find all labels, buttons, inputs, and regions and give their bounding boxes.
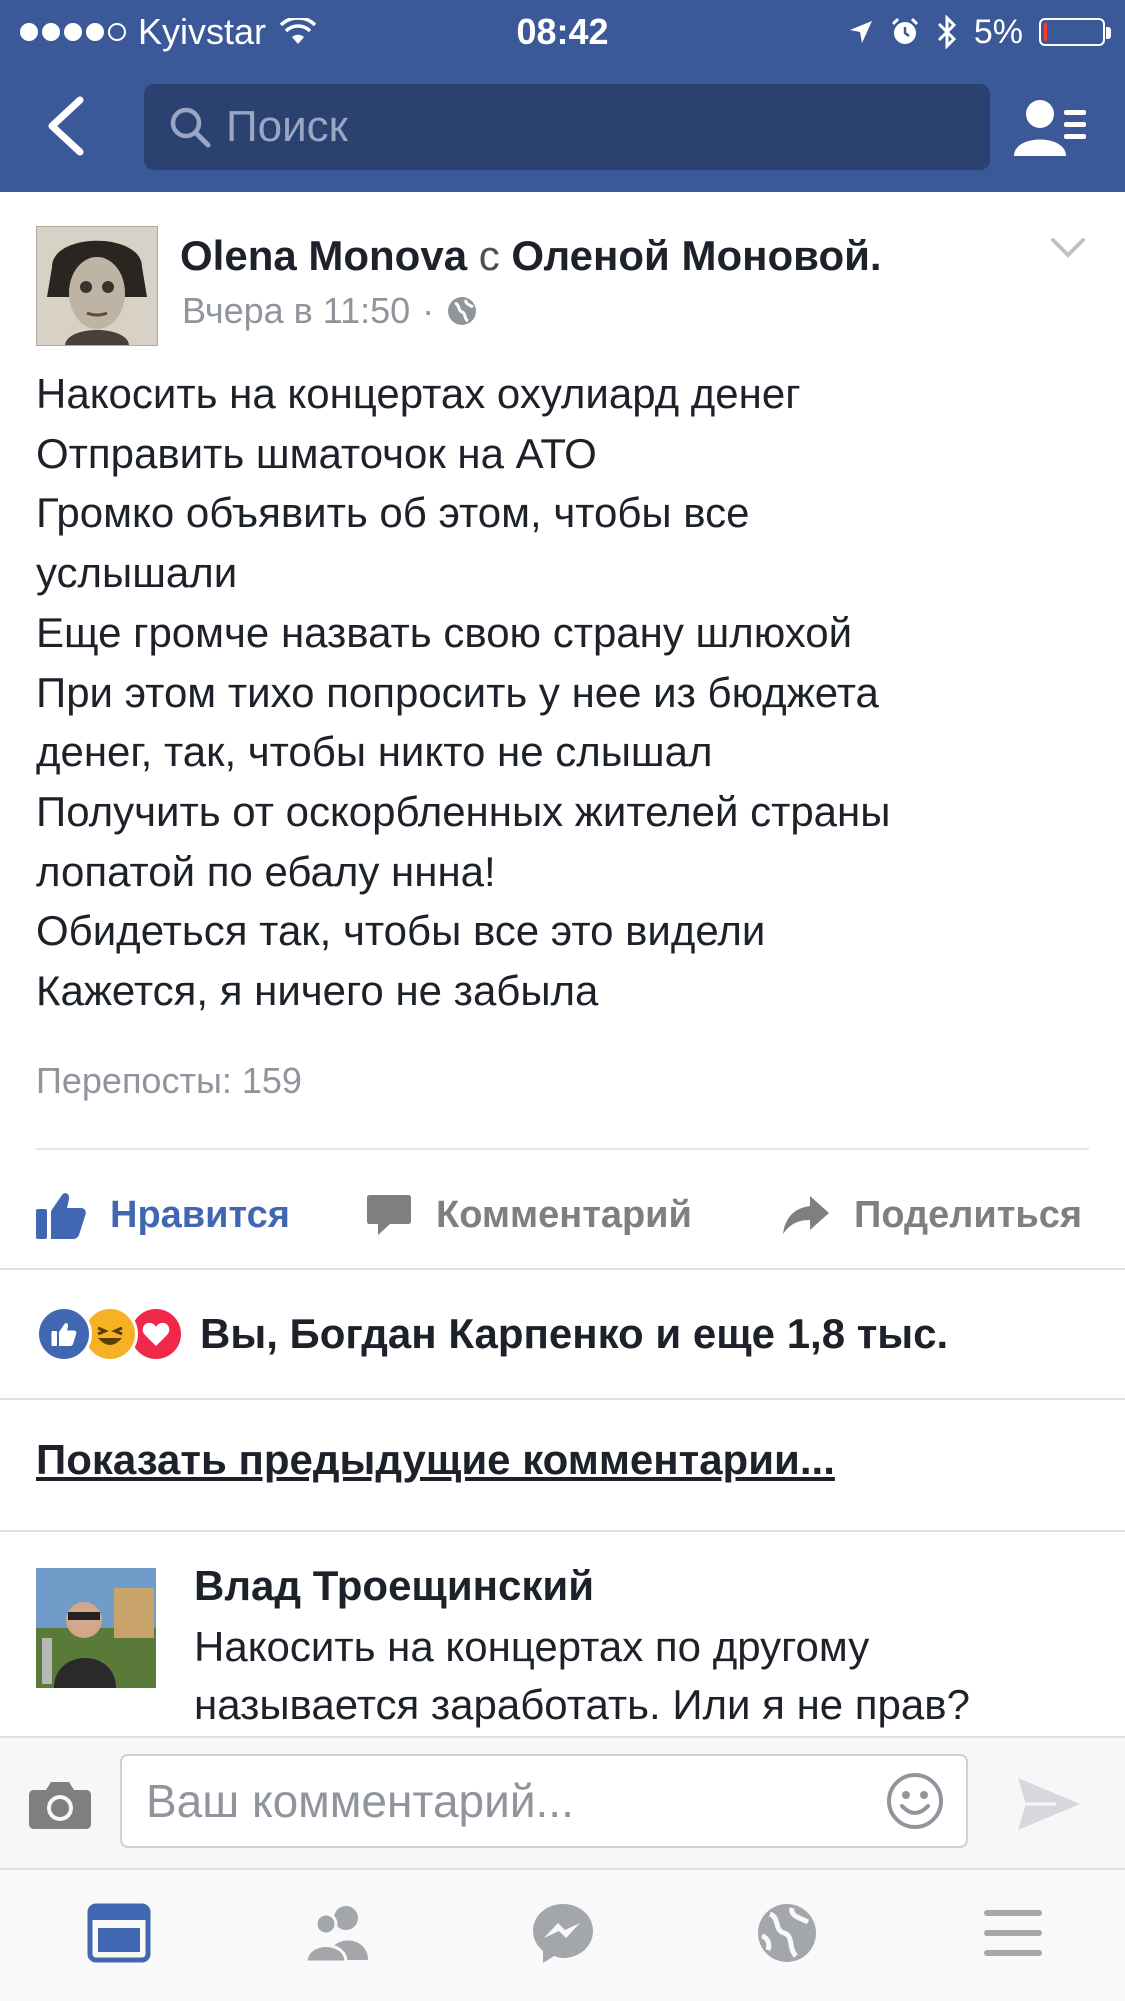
- post-author-line: Olena Monova с Оленой Моновой.: [180, 226, 882, 286]
- comment-bubble-icon: [367, 1195, 411, 1235]
- battery-percent: 5%: [973, 12, 1023, 51]
- status-right: 5%: [848, 8, 1111, 56]
- reactions-summary[interactable]: Вы, Богдан Карпенко и еще 1,8 тыс.: [36, 1302, 948, 1366]
- bluetooth-icon: [937, 15, 956, 49]
- post-body-line: Получить от оскорбленных жителей страны: [36, 787, 891, 835]
- comment-line: Накосить на концертах по другому: [194, 1623, 870, 1670]
- battery-icon: [1039, 18, 1111, 46]
- divider: [36, 1148, 1089, 1150]
- comment-input[interactable]: Ваш комментарий...: [120, 1754, 968, 1848]
- like-button[interactable]: Нравится: [36, 1170, 290, 1260]
- post-body: Накосить на концертах охулиард денег Отпр…: [36, 364, 1096, 1021]
- tagged-name[interactable]: Оленой Моновой.: [511, 232, 881, 279]
- author-name[interactable]: Olena Monova: [180, 232, 467, 279]
- like-reaction-icon: [36, 1306, 92, 1362]
- battery-level: [1044, 23, 1047, 41]
- post-body-line: денег, так, чтобы никто не слышал: [36, 728, 713, 776]
- avatar-image: [37, 227, 157, 345]
- author-avatar[interactable]: [36, 226, 158, 346]
- separator: [0, 1398, 1125, 1400]
- reactions-text: Вы, Богдан Карпенко и еще 1,8 тыс.: [200, 1310, 949, 1357]
- tab-messenger-icon[interactable]: [528, 1900, 598, 1966]
- post-meta: Вчера в 11:50 ·: [182, 290, 478, 332]
- post-options-chevron-icon[interactable]: [1050, 236, 1086, 260]
- with-label: с: [478, 232, 500, 279]
- location-icon: [849, 21, 872, 43]
- tab-news-feed-icon[interactable]: [84, 1900, 154, 1966]
- search-icon: [170, 107, 211, 148]
- comment-button[interactable]: Комментарий: [366, 1170, 692, 1260]
- sticker-smiley-icon[interactable]: [886, 1772, 944, 1830]
- tab-friends-icon[interactable]: [302, 1900, 372, 1966]
- camera-icon[interactable]: [28, 1778, 92, 1830]
- meta-separator: ·: [422, 290, 435, 331]
- like-label: Нравится: [110, 1193, 290, 1236]
- comment-author[interactable]: Влад Троещинский: [194, 1562, 594, 1610]
- alarm-icon: [891, 17, 918, 44]
- globe-icon: [448, 297, 477, 325]
- shares-count[interactable]: Перепосты: 159: [36, 1060, 302, 1102]
- search-placeholder: Поиск: [226, 102, 348, 151]
- comment-line: называется заработать. Или я не прав?: [194, 1681, 970, 1728]
- share-button[interactable]: Поделиться: [782, 1170, 1082, 1260]
- back-button[interactable]: [42, 94, 88, 158]
- post-body-line: Кажется, я ничего не забыла: [36, 967, 599, 1015]
- separator: [0, 1268, 1125, 1270]
- tab-notifications-globe-icon[interactable]: [752, 1900, 822, 1966]
- share-label: Поделиться: [854, 1193, 1083, 1236]
- share-arrow-icon: [783, 1196, 829, 1234]
- send-icon[interactable]: [1016, 1776, 1082, 1832]
- commenter-avatar[interactable]: [36, 1568, 156, 1688]
- post-body-line: Отправить шматочок на АТО: [36, 429, 597, 477]
- post-body-line: Накосить на концертах охулиард денег: [36, 370, 801, 417]
- comment-label: Комментарий: [436, 1193, 692, 1236]
- friend-requests-icon[interactable]: [1014, 96, 1088, 160]
- comment-placeholder: Ваш комментарий...: [146, 1775, 574, 1827]
- post-body-line: Обидеться так, чтобы все это видели: [36, 907, 766, 955]
- separator: [0, 1530, 1125, 1532]
- commenter-avatar-image: [36, 1568, 156, 1688]
- post-body-line: Еще громче назвать свою страну шлюхой: [36, 608, 853, 656]
- post-timestamp[interactable]: Вчера в 11:50: [182, 290, 410, 332]
- post-body-line: услышали: [36, 549, 238, 597]
- tab-menu-icon[interactable]: [978, 1900, 1048, 1966]
- post-body-line: Громко объявить об этом, чтобы все: [36, 489, 750, 537]
- post-body-line: лопатой по ебалу ннна!: [36, 847, 496, 895]
- comment-text: Накосить на концертах по другому называе…: [194, 1618, 1094, 1734]
- thumbs-up-icon: [36, 1193, 86, 1239]
- search-input[interactable]: Поиск: [144, 84, 990, 170]
- post-actions: Нравится Комментарий Поделиться: [0, 1170, 1125, 1260]
- post-body-line: При этом тихо попросить у нее из бюджета: [36, 668, 879, 716]
- show-previous-comments-link[interactable]: Показать предыдущие комментарии...: [36, 1436, 835, 1484]
